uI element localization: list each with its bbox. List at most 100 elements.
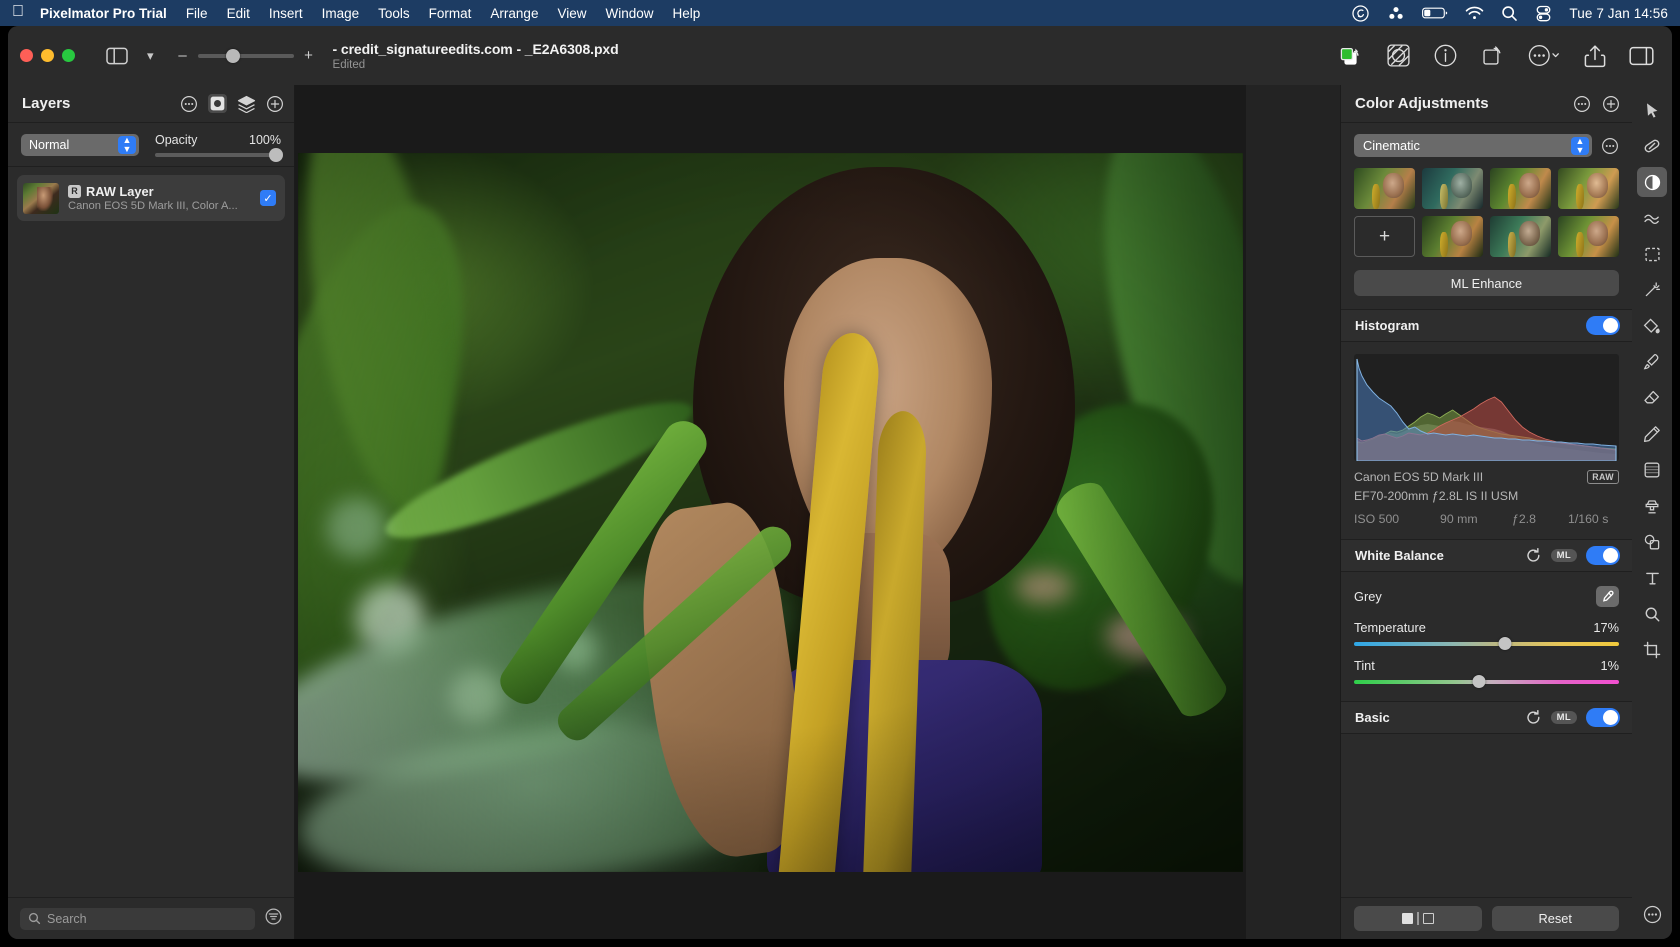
add-preset-button[interactable]: + [1354, 216, 1415, 257]
add-adjustment-icon[interactable] [1602, 95, 1620, 113]
ml-badge[interactable]: ML [1551, 549, 1577, 562]
opacity-slider[interactable] [155, 153, 281, 157]
eraser-tool[interactable] [1637, 383, 1667, 413]
control-center-icon[interactable] [1535, 5, 1552, 22]
repair-tool[interactable] [1637, 131, 1667, 161]
zoom-slider[interactable] [198, 54, 294, 58]
document-canvas-image[interactable] [298, 153, 1243, 872]
menu-item-insert[interactable]: Insert [269, 6, 303, 21]
search-input[interactable]: Search [20, 908, 255, 930]
reset-icon[interactable] [1525, 547, 1542, 564]
color-swap-icon[interactable] [1338, 44, 1364, 68]
menu-item-tools[interactable]: Tools [378, 6, 410, 21]
creative-cloud-icon[interactable] [1351, 4, 1370, 23]
more-options-icon[interactable] [180, 95, 198, 113]
brush-tool[interactable] [1637, 347, 1667, 377]
chevron-updown-icon[interactable]: ▲▼ [1571, 137, 1589, 155]
three-dots-cluster-icon[interactable] [1387, 5, 1405, 21]
white-balance-toggle[interactable] [1586, 546, 1620, 565]
menu-item-image[interactable]: Image [322, 6, 360, 21]
preset-more-icon[interactable] [1601, 137, 1619, 155]
zoom-button[interactable] [62, 49, 75, 62]
rectangular-select-tool[interactable] [1637, 239, 1667, 269]
chevron-updown-icon[interactable]: ▲▼ [118, 136, 136, 154]
gradient-tool[interactable] [1637, 455, 1667, 485]
preset-thumbnail[interactable] [1558, 216, 1619, 257]
zoom-slider-thumb[interactable] [226, 49, 240, 63]
preset-thumbnail[interactable] [1422, 168, 1483, 209]
add-layer-icon[interactable] [266, 95, 284, 113]
menu-item-help[interactable]: Help [673, 6, 701, 21]
minimize-button[interactable] [41, 49, 54, 62]
shapes-tool[interactable] [1637, 527, 1667, 557]
reset-icon[interactable] [1525, 709, 1542, 726]
paint-tool[interactable] [1637, 311, 1667, 341]
info-icon[interactable] [1433, 43, 1458, 68]
more-options-icon[interactable] [1573, 95, 1591, 113]
preset-thumbnail[interactable] [1490, 216, 1551, 257]
tint-slider[interactable] [1354, 680, 1619, 684]
menu-item-file[interactable]: File [186, 6, 208, 21]
more-tools[interactable] [1637, 899, 1667, 929]
canvas-area[interactable] [295, 85, 1246, 939]
menu-item-view[interactable]: View [557, 6, 586, 21]
ml-enhance-button[interactable]: ML Enhance [1354, 270, 1619, 296]
repair-tool-icon[interactable] [1386, 43, 1411, 68]
magnifier-icon [1644, 606, 1661, 623]
menu-item-edit[interactable]: Edit [227, 6, 250, 21]
menu-app-name[interactable]: Pixelmator Pro Trial [40, 6, 167, 21]
more-options-icon[interactable] [1527, 43, 1561, 68]
table-row[interactable]: R RAW Layer Canon EOS 5D Mark III, Color… [17, 175, 285, 221]
clone-tool[interactable] [1637, 491, 1667, 521]
basic-toggle[interactable] [1586, 708, 1620, 727]
text-tool[interactable] [1637, 563, 1667, 593]
close-button[interactable] [20, 49, 33, 62]
menu-bar-clock[interactable]: Tue 7 Jan 14:56 [1569, 6, 1668, 21]
chevron-down-icon[interactable]: ▾ [147, 48, 154, 64]
sidebar-toggle-icon[interactable] [106, 47, 128, 65]
apple-logo-icon[interactable]:  [12, 4, 24, 20]
preset-thumbnail[interactable] [1422, 216, 1483, 257]
menu-item-window[interactable]: Window [605, 6, 653, 21]
crop-tool[interactable] [1637, 635, 1667, 665]
spotlight-search-icon[interactable] [1501, 5, 1518, 22]
preset-thumbnail[interactable] [1558, 168, 1619, 209]
opacity-slider-thumb[interactable] [269, 148, 283, 162]
temperature-slider-thumb[interactable] [1499, 637, 1512, 650]
histogram-svg [1354, 354, 1619, 461]
temperature-slider[interactable] [1354, 642, 1619, 646]
eyedropper-icon[interactable] [1596, 586, 1619, 607]
arrow-select-tool[interactable] [1637, 95, 1667, 125]
reset-button[interactable]: Reset [1492, 906, 1620, 931]
layers-stack-icon[interactable] [237, 95, 256, 113]
grey-label: Grey [1354, 589, 1382, 604]
zoom-out-button[interactable]: – [178, 47, 188, 64]
battery-icon[interactable] [1422, 6, 1448, 20]
exif-shutter: 1/160 s [1568, 512, 1608, 526]
split-compare-button[interactable] [1354, 906, 1482, 931]
opacity-label: Opacity [155, 133, 197, 147]
gradient-icon [1643, 461, 1661, 479]
color-adjustments-tool[interactable] [1637, 167, 1667, 197]
share-icon[interactable] [1583, 43, 1607, 69]
tint-slider-thumb[interactable] [1472, 675, 1485, 688]
preset-thumbnail[interactable] [1490, 168, 1551, 209]
filter-icon[interactable] [265, 908, 282, 930]
effects-tool[interactable] [1637, 203, 1667, 233]
menu-item-format[interactable]: Format [429, 6, 472, 21]
histogram-toggle[interactable] [1586, 316, 1620, 335]
preset-thumbnail[interactable] [1354, 168, 1415, 209]
rotate-icon[interactable] [1480, 43, 1505, 68]
zoom-tool[interactable] [1637, 599, 1667, 629]
layer-visibility-checkbox[interactable]: ✓ [260, 190, 276, 206]
wifi-icon[interactable] [1465, 6, 1484, 21]
menu-item-arrange[interactable]: Arrange [490, 6, 538, 21]
ml-badge[interactable]: ML [1551, 711, 1577, 724]
quick-select-tool[interactable] [1637, 275, 1667, 305]
pencil-tool[interactable] [1637, 419, 1667, 449]
mask-icon[interactable] [208, 94, 227, 113]
preset-select[interactable]: Cinematic ▲▼ [1354, 134, 1592, 157]
right-sidebar-toggle-icon[interactable] [1629, 46, 1654, 66]
blend-mode-select[interactable]: Normal ▲▼ [21, 134, 139, 156]
zoom-in-button[interactable]: + [304, 47, 314, 64]
